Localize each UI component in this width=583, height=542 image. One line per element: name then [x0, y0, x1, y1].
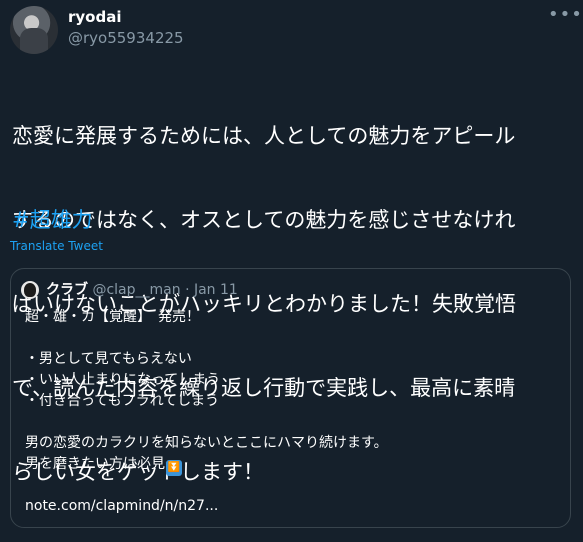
tweet: ryodai @ryo55934225 ••• 恋愛に発展するためには、人として…	[0, 0, 583, 528]
quoted-line: 超・雄・カ【覚醒】 発売！	[25, 309, 200, 325]
quoted-author-handle: @clap__man	[92, 282, 181, 298]
quoted-line	[25, 412, 555, 433]
author-handle[interactable]: @ryo55934225	[68, 29, 184, 47]
more-icon[interactable]: •••	[548, 6, 582, 28]
translate-tweet-link[interactable]: Translate Tweet	[10, 239, 103, 253]
quoted-line: ・いい人止まりになってしまう	[25, 372, 221, 388]
author-avatar[interactable]	[10, 6, 58, 54]
quoted-line: ・付き合ってもフラれてしまう	[25, 393, 220, 409]
hashtag-link[interactable]: #超雄力	[12, 206, 93, 234]
tweet-text-line: 恋愛に発展するためには、人としての魅力をアピール	[12, 124, 516, 148]
quoted-date: Jan 11	[193, 282, 238, 298]
double-down-arrow-emoji-icon: ⏬	[166, 460, 182, 476]
quoted-line: 男を磨きたい方は必見	[25, 456, 165, 472]
quoted-line-with-emoji: 男を磨きたい方は必見 ⏬	[25, 454, 555, 476]
quoted-line: 男の恋愛のカラクリを知らないとここにハマり続けます。	[25, 435, 388, 451]
quoted-line	[25, 328, 555, 349]
author-name[interactable]: ryodai	[68, 8, 121, 26]
quoted-link[interactable]: note.com/clapmind/n/n27...	[25, 496, 555, 517]
quoted-tweet-header: クラブ @clap__man · Jan 11	[46, 281, 238, 299]
quoted-line	[25, 475, 555, 496]
quoted-tweet[interactable]: クラブ @clap__man · Jan 11 超・雄・カ【覚醒】 発売！ ・男…	[10, 268, 571, 528]
tweet-text-line: するのではなく、オスとしての魅力を感じさせなけれ	[12, 208, 516, 232]
quoted-author-name: クラブ	[46, 282, 88, 298]
quoted-line: ・男として見てもらえない	[25, 351, 192, 367]
quoted-tweet-text: 超・雄・カ【覚醒】 発売！ ・男として見てもらえない ・いい人止まりになってしま…	[25, 307, 555, 517]
quoted-separator: ·	[185, 282, 190, 298]
quoted-author-avatar	[21, 281, 39, 299]
